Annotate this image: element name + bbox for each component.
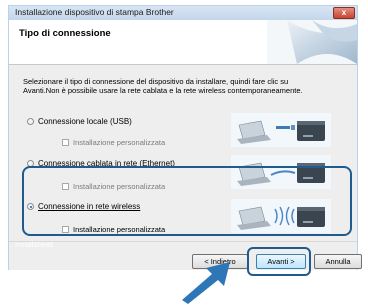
checkbox-usb-custom-icon <box>62 139 69 146</box>
page-heading: Tipo di connessione <box>19 28 111 39</box>
usb-connection-illustration <box>231 113 331 147</box>
wireless-option-highlight <box>22 166 352 236</box>
next-button-highlight <box>247 247 311 276</box>
header-band: Tipo di connessione <box>9 20 357 65</box>
pointer-arrow-icon <box>182 262 230 304</box>
radio-usb-connection[interactable]: Connessione locale (USB) <box>27 117 132 126</box>
checkbox-usb-custom-install: Installazione personalizzata <box>62 138 165 147</box>
instructions-line-1: Selezionare il tipo di connessione del d… <box>23 77 289 86</box>
close-button[interactable]: x <box>333 7 355 19</box>
title-bar: Installazione dispositivo di stampa Brot… <box>9 6 357 20</box>
window-title: Installazione dispositivo di stampa Brot… <box>15 7 174 17</box>
checkbox-usb-custom-label: Installazione personalizzata <box>73 138 166 147</box>
footer-separator <box>9 241 357 242</box>
radio-usb-icon[interactable] <box>27 118 34 125</box>
instructions-line-2: Avanti.Non è possibile usare la rete cab… <box>23 86 303 95</box>
radio-usb-label: Connessione locale (USB) <box>38 117 132 126</box>
header-swoosh-graphic <box>267 20 357 64</box>
installshield-label: InstallShield <box>15 242 53 249</box>
cancel-button[interactable]: Annulla <box>314 254 362 269</box>
instructions-text: Selezionare il tipo di connessione del d… <box>23 77 343 95</box>
